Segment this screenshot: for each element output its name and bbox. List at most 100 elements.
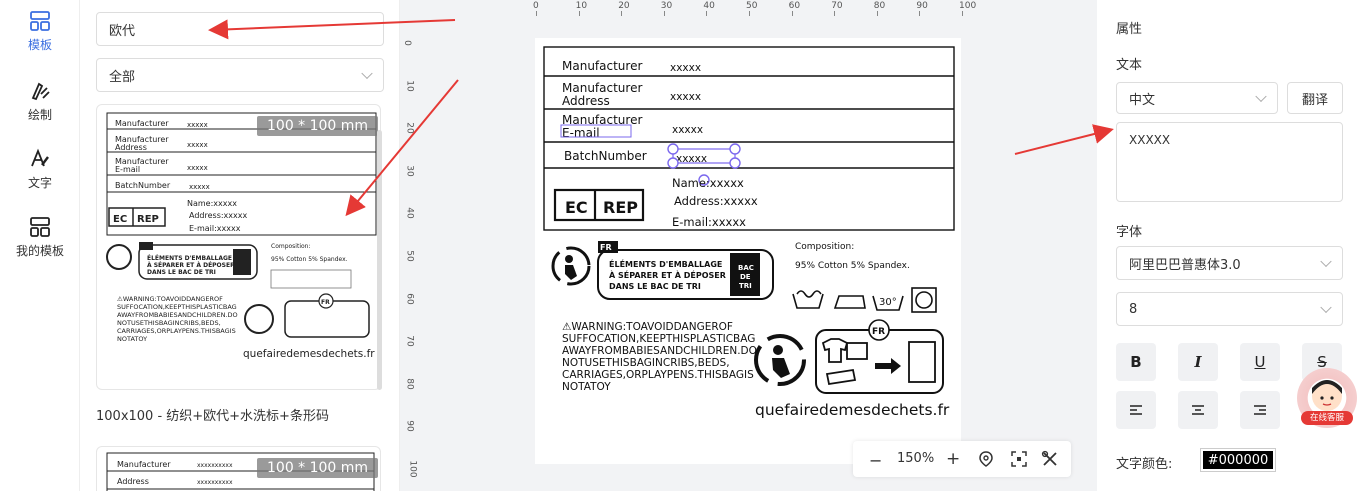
template-card-1[interactable]: Manufacturer xxxxx Manufacturer Address xxx… [96,104,381,390]
svg-text:BAC: BAC [738,264,754,272]
ruler-left-tick: 10 [404,79,415,92]
translate-button[interactable]: 翻译 [1287,82,1343,114]
svg-text:xxxxx: xxxxx [187,121,208,129]
triman-line-1: ÉLÉMENTS D'EMBALLAGE [609,258,722,269]
template-category-select[interactable]: 全部 [96,58,384,92]
ruler-top-tick: 10 [575,1,588,11]
font-size-select[interactable]: 8 [1116,292,1343,326]
template-card-2[interactable]: Manufacturer xxxxxxxxxx Address xxxxxxxx… [96,446,381,491]
ruler-top-mark [536,11,537,16]
svg-text:Name:xxxxx: Name:xxxxx [187,199,237,208]
svg-text:EC: EC [113,214,127,225]
rep-text[interactable]: REP [603,198,638,217]
text-icon [31,148,49,167]
chevron-down-icon [1320,301,1332,314]
wash-temperature: 30° [879,297,897,308]
nav-item-text[interactable]: 文字 [0,148,80,191]
website-text[interactable]: quefairedemesdechets.fr [755,401,950,419]
draw-icon [31,82,50,101]
label-row-2-key-line1[interactable]: Manufacturer [562,81,642,95]
left-nav: 模板 绘制 文字 我的模板 [0,0,80,491]
ruler-left-tick: 50 [404,250,415,262]
composition-title[interactable]: Composition: [795,242,854,252]
ruler-left-tick: 70 [404,335,415,347]
align-center-icon [1192,405,1204,415]
align-center-button[interactable] [1178,391,1218,429]
svg-text:AWAYFROMBABIESANDCHILDREN.DO: AWAYFROMBABIESANDCHILDREN.DO [117,311,238,319]
properties-title: 属性 [1116,22,1143,37]
ruler-top-mark [578,11,580,16]
align-right-icon [1254,405,1266,415]
ec-text[interactable]: EC [565,198,588,217]
ruler-top-mark [621,11,623,16]
label-row-2-value[interactable]: xxxxx [670,91,701,103]
template-size-badge-1: 100 * 100 mm [257,116,379,136]
svg-text:E-mail:xxxxx: E-mail:xxxxx [189,224,241,233]
italic-icon: I [1194,353,1202,371]
svg-text:CARRIAGES,ORPLAYPENS.THISBAGIS: CARRIAGES,ORPLAYPENS.THISBAGIS [117,327,236,335]
template-category-value: 全部 [109,69,136,85]
bold-button[interactable]: B [1116,343,1156,381]
svg-text:SUFFOCATION,KEEPTHISPLASTICBAG: SUFFOCATION,KEEPTHISPLASTICBAG [117,303,237,311]
template-panel: 欧代 全部 Manufacturer xxxxx Manufacturer Addr… [80,0,400,491]
align-right-button[interactable] [1240,391,1280,429]
underline-button[interactable]: U [1240,343,1280,381]
ruler-left-tick: 0 [401,40,412,46]
ruler-left-tick: 80 [404,378,415,390]
zoom-toolbar: − 150% + [853,441,1071,477]
ruler-left-tick: 20 [404,122,415,134]
svg-text:quefairedemesdechets.fr: quefairedemesdechets.fr [243,348,375,360]
template-card-2-row-2: Address [117,477,149,486]
location-icon[interactable] [977,450,995,468]
align-left-button[interactable] [1116,391,1156,429]
svg-text:Composition:: Composition: [271,243,311,250]
warning-text[interactable]: ⚠WARNING:TOAVOIDDANGEROF SUFFOCATION,KEE… [562,321,760,393]
svg-text:BatchNumber: BatchNumber [115,181,171,190]
ruler-top-mark [791,11,793,16]
label-row-3-value[interactable]: xxxxx [672,124,703,136]
svg-text:DE: DE [740,273,751,281]
triman-logo-large [754,334,806,386]
italic-button[interactable]: I [1178,343,1218,381]
label-row-3-key-line2[interactable]: E-mail [562,126,600,140]
ruler-top-tick: 30 [660,1,673,11]
label-row-4-key[interactable]: BatchNumber [564,149,647,163]
tools-icon[interactable] [1041,450,1059,468]
nav-label-text: 文字 [27,176,52,190]
nav-label-my-template: 我的模板 [15,244,64,258]
ruler-top-tick: 100 [959,1,977,11]
svg-text:95% Cotton 5% Spandex.: 95% Cotton 5% Spandex. [271,256,348,263]
label-artwork: Manufacturer xxxxx Manufacturer Address … [543,46,955,419]
nav-item-my-template[interactable]: 我的模板 [0,216,80,259]
online-service-widget[interactable]: 在线客服 [1297,368,1357,428]
ruler-left: 0 10 20 30 40 50 60 70 80 90 100 [400,20,424,480]
svg-text:xxxxx: xxxxx [189,183,210,191]
language-select[interactable]: 中文 [1116,82,1278,114]
underline-icon: U [1254,353,1266,371]
svg-text:REP: REP [137,214,159,225]
nav-item-template[interactable]: 模板 [0,10,80,53]
text-color-picker[interactable]: #000000 [1200,448,1276,472]
nav-item-draw[interactable]: 绘制 [0,80,80,123]
zoom-in-icon[interactable]: + [946,449,960,469]
label-row-2-key-line2[interactable]: Address [562,94,610,108]
template-thumbnail-1: Manufacturer xxxxx ManufacturerAddress xxx… [106,112,377,360]
text-content-textarea[interactable]: XXXXX [1116,122,1343,202]
template-search-input[interactable]: 欧代 [96,12,384,46]
contact-email[interactable]: E-mail:xxxxx [672,215,746,229]
template-scrollbar[interactable] [377,130,382,390]
svg-text:TRI: TRI [739,282,752,290]
fit-screen-icon[interactable] [1010,450,1028,468]
font-family-select[interactable]: 阿里巴巴普惠体3.0 [1116,246,1343,280]
template-card-1-title: 100x100 - 纺织+欧代+水洗标+条形码 [96,409,329,424]
ruler-top-tick: 70 [831,1,843,11]
label-canvas[interactable]: Manufacturer xxxxx Manufacturer Address … [535,38,961,464]
contact-name[interactable]: Name:xxxxx [672,176,744,190]
composition-value[interactable]: 95% Cotton 5% Spandex. [795,261,910,271]
contact-address[interactable]: Address:xxxxx [674,194,758,208]
ruler-top-tick: 60 [788,1,801,11]
care-symbols [792,287,937,313]
label-row-1-key[interactable]: Manufacturer [562,59,642,73]
label-row-1-value[interactable]: xxxxx [670,62,701,74]
zoom-out-icon[interactable]: − [869,451,882,470]
